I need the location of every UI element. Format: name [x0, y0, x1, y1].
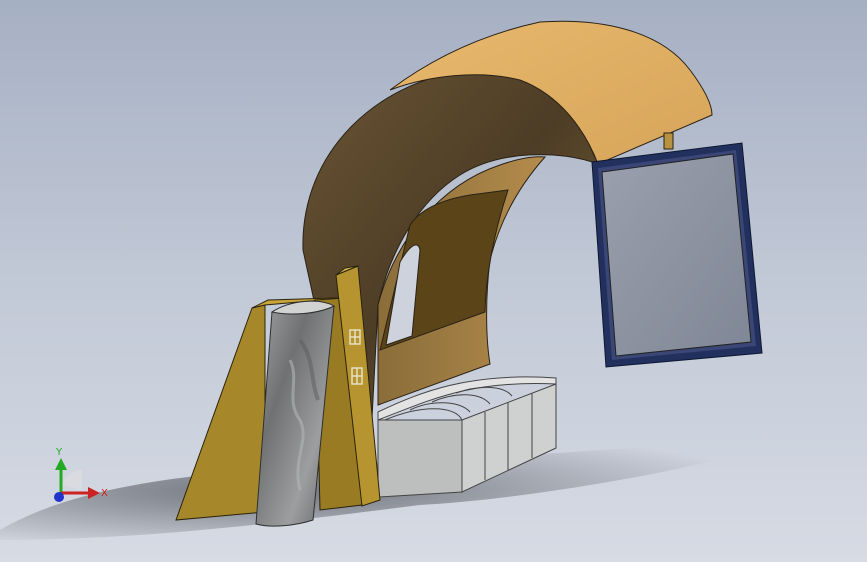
cad-viewport[interactable]: Y X [0, 0, 867, 562]
cad-model-canvas[interactable]: Y X [0, 0, 867, 562]
y-axis-arrowhead [55, 458, 67, 470]
billboard-glass [601, 153, 752, 357]
y-axis-label: Y [55, 447, 63, 458]
billboard-panel[interactable] [591, 142, 763, 368]
x-axis-label: X [101, 488, 108, 499]
z-axis-dot [54, 492, 64, 502]
